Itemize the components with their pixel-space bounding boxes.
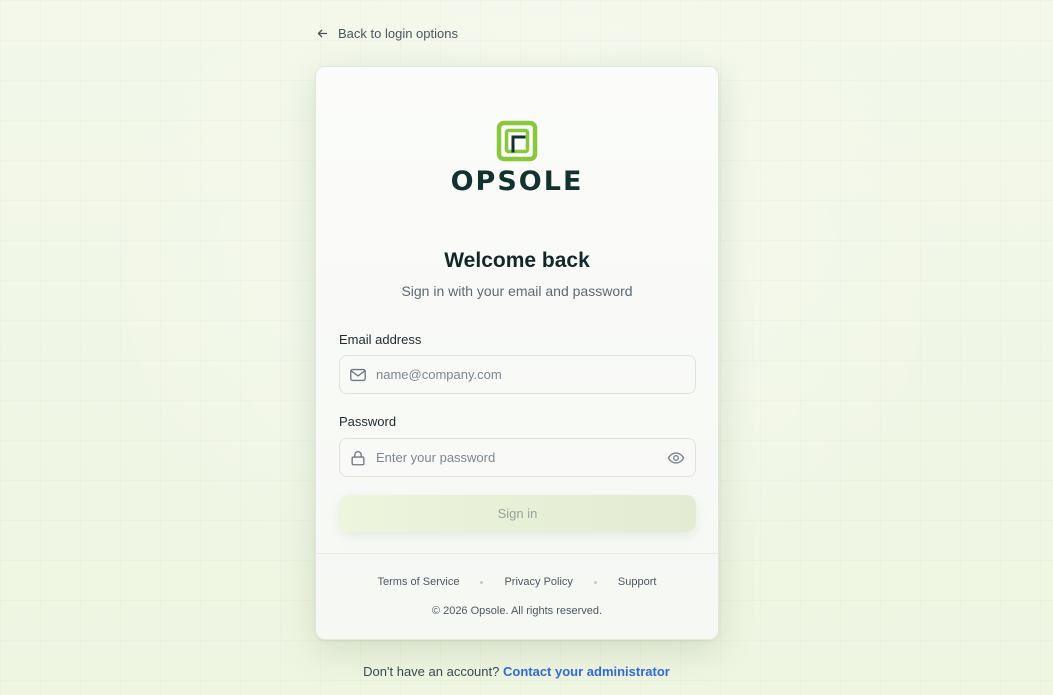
terms-of-service-link[interactable]: Terms of Service xyxy=(378,576,460,588)
signup-prompt: Don't have an account? Contact your admi… xyxy=(0,664,1033,679)
password-field-container xyxy=(339,438,696,477)
footer-separator xyxy=(593,580,597,584)
contact-administrator-link[interactable]: Contact your administrator xyxy=(503,664,670,679)
opsole-logo-icon xyxy=(496,120,538,162)
password-label: Password xyxy=(339,414,397,429)
mail-icon xyxy=(340,366,376,384)
page-title: Welcome back xyxy=(444,249,590,272)
brand-wordmark: OPSOLE xyxy=(450,166,584,197)
signup-prompt-text: Don't have an account? xyxy=(363,664,500,679)
footer-links: Terms of Service Privacy Policy Support xyxy=(316,576,718,588)
back-to-login-options-link[interactable]: Back to login options xyxy=(316,26,458,41)
copyright-text: © 2026 Opsole. All rights reserved. xyxy=(431,605,603,617)
page-subtitle: Sign in with your email and password xyxy=(401,283,633,299)
footer-divider xyxy=(316,553,718,554)
arrow-left-icon xyxy=(317,29,328,38)
eye-icon[interactable] xyxy=(657,449,695,467)
email-input[interactable] xyxy=(376,356,695,393)
sign-in-button[interactable]: Sign in xyxy=(339,495,696,532)
brand-logo: OPSOLE xyxy=(316,120,718,197)
email-label: Email address xyxy=(339,332,422,347)
login-card: OPSOLE Welcome back Sign in with your em… xyxy=(315,66,719,640)
support-link[interactable]: Support xyxy=(618,576,657,588)
footer-separator xyxy=(480,580,484,584)
lock-icon xyxy=(340,449,376,467)
email-field-container xyxy=(339,355,696,394)
password-input[interactable] xyxy=(376,439,657,476)
back-link-label: Back to login options xyxy=(338,26,458,41)
privacy-policy-link[interactable]: Privacy Policy xyxy=(504,576,572,588)
